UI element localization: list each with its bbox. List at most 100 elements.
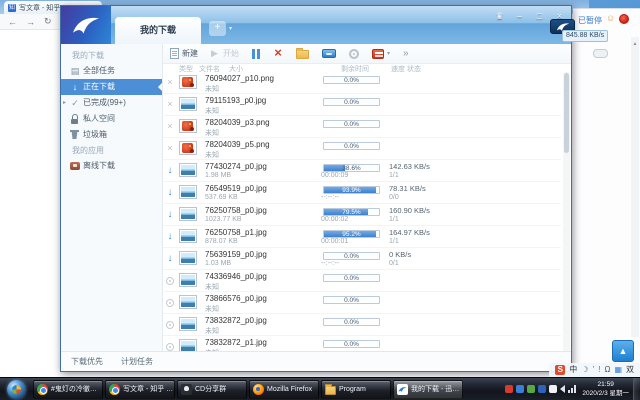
downloading-status-icon[interactable]: ↓	[165, 253, 175, 264]
half-moon-icon[interactable]: ☽	[581, 364, 588, 376]
symbol-icon[interactable]: Ω	[604, 364, 610, 376]
disc-button[interactable]	[349, 49, 359, 59]
download-row[interactable]: ↓75639159_p0.jpg1.03 MB0.0%--:--:--0 KB/…	[163, 248, 561, 270]
sidebar-item-all-tasks[interactable]: 全部任务	[61, 63, 162, 79]
scroll-up-icon[interactable]: ▲	[631, 39, 639, 49]
notes-icon[interactable]	[549, 385, 557, 393]
chevron-down-icon[interactable]: ▾	[387, 50, 390, 57]
minimize-icon[interactable]: –	[514, 11, 525, 22]
taskbar-clock[interactable]: 21:59 2020/2/3 星期一	[582, 380, 629, 399]
taskbar-task[interactable]: 写文章 - 知乎 …	[105, 380, 175, 399]
broken-file-icon	[179, 119, 197, 133]
back-icon[interactable]: ←	[8, 17, 17, 27]
download-row[interactable]: ×78204039_p3.png未知0.0%	[163, 116, 561, 138]
toggle-pill-icon[interactable]	[593, 49, 608, 58]
shuangpin-icon[interactable]: 双	[626, 364, 634, 376]
downloading-status-icon[interactable]: ↓	[165, 165, 175, 176]
footer-link[interactable]: 下载优先	[71, 356, 103, 367]
forward-icon[interactable]: →	[26, 17, 35, 27]
vip-crown-icon[interactable]: ♛	[494, 11, 505, 22]
sidebar-item-trash[interactable]: 垃圾箱	[61, 127, 162, 143]
cancel-status-icon[interactable]: ×	[165, 99, 175, 109]
scrollbar-thumb[interactable]	[564, 73, 569, 153]
file-name: 79115193_p0.jpg	[205, 96, 266, 105]
chat-icon[interactable]	[516, 385, 524, 393]
image-file-icon	[179, 163, 197, 177]
volume-icon[interactable]	[560, 385, 565, 393]
download-speed: 142.63 KB/s	[389, 162, 430, 171]
sidebar-item-completed[interactable]: ▸已完成(99+)	[61, 95, 162, 111]
record-extension-icon[interactable]	[619, 14, 629, 24]
sidebar-item-downloading[interactable]: 正在下载	[61, 79, 162, 95]
delete-button[interactable]	[273, 48, 283, 59]
cancel-status-icon[interactable]: ×	[165, 121, 175, 131]
mic-icon[interactable]: !	[598, 364, 600, 376]
paused-label[interactable]: 已暂停	[578, 15, 602, 26]
keyboard-icon[interactable]: ▦	[614, 364, 622, 376]
smiley-extension-icon[interactable]: ☺	[606, 13, 615, 23]
taskbar-task[interactable]: #鬼灯の冷徹…	[33, 380, 103, 399]
device-button[interactable]	[322, 49, 336, 58]
start-button[interactable]: 开始	[211, 48, 239, 59]
download-row[interactable]: ↓76250758_p1.jpg878.07 KB95.2%00:00:0116…	[163, 226, 561, 248]
expander-icon[interactable]: ▸	[63, 95, 66, 111]
progress-bar: 0.0%	[323, 76, 380, 84]
taskbar-tasks: #鬼灯の冷徹…写文章 - 知乎 …CD分享群Mozilla FirefoxPro…	[33, 380, 463, 399]
page-scrollbar[interactable]	[631, 37, 639, 337]
download-row[interactable]: ↓76250758_p0.jpg1023.77 KB79.5%00:00:021…	[163, 204, 561, 226]
waiting-status-icon[interactable]	[166, 277, 174, 285]
new-download-tab-button[interactable]: +	[209, 21, 226, 36]
bluetooth-icon[interactable]	[538, 385, 546, 393]
downloading-status-icon[interactable]: ↓	[165, 187, 175, 198]
titlebar[interactable]: 我的下载 + ▾ ♛–□×	[61, 6, 571, 44]
sogou-logo-icon[interactable]: S	[555, 365, 565, 375]
sidebar-item-offline-download[interactable]: 离线下载	[61, 158, 162, 174]
download-row[interactable]: 73866576_p0.jpg未知0.0%	[163, 292, 561, 314]
refresh-icon[interactable]: ↻	[44, 16, 52, 27]
waiting-status-icon[interactable]	[166, 343, 174, 351]
cancel-status-icon[interactable]: ×	[165, 143, 175, 153]
download-row[interactable]: 73832872_p0.jpg未知0.0%	[163, 314, 561, 336]
pause-button[interactable]	[252, 49, 260, 59]
download-row[interactable]: 74336946_p0.jpg未知0.0%	[163, 270, 561, 292]
security-icon[interactable]	[505, 385, 513, 393]
tab-my-downloads[interactable]: 我的下载	[115, 17, 201, 44]
start-button[interactable]	[7, 380, 26, 399]
taskbar-task[interactable]: 我的下载 - 迅…	[393, 380, 463, 399]
open-folder-button[interactable]	[296, 48, 309, 59]
taskbar-task[interactable]: Program	[321, 380, 391, 399]
apostrophe-icon[interactable]: ’	[592, 364, 594, 376]
downloading-status-icon[interactable]: ↓	[165, 209, 175, 220]
download-row[interactable]: ×78204039_p5.png未知0.0%	[163, 138, 561, 160]
download-row[interactable]: ×79115193_p0.jpg未知0.0%	[163, 94, 561, 116]
chinese-mode-icon[interactable]: 中	[569, 364, 577, 376]
thunder-icon	[397, 384, 408, 395]
footer-link[interactable]: 计划任务	[121, 356, 153, 367]
show-desktop-button[interactable]	[633, 378, 640, 400]
downloading-status-icon[interactable]: ↓	[165, 231, 175, 242]
download-row[interactable]: ×76094027_p10.png未知0.0%	[163, 72, 561, 94]
network-icon[interactable]	[568, 385, 576, 393]
waiting-status-icon[interactable]	[166, 299, 174, 307]
thunder-logo	[61, 6, 111, 44]
taskbar-task[interactable]: CD分享群	[177, 380, 247, 399]
cancel-status-icon[interactable]: ×	[165, 77, 175, 87]
back-to-top-button[interactable]: ▲	[612, 340, 634, 362]
chrome-icon	[109, 384, 120, 395]
maximize-icon[interactable]: □	[534, 11, 545, 22]
list-scrollbar[interactable]	[563, 72, 570, 353]
sidebar-item-label: 全部任务	[83, 66, 115, 75]
download-row[interactable]: ↓76549519_p0.jpg537.69 KB93.9%--:--:--78…	[163, 182, 561, 204]
file-name: 77430274_p0.jpg	[205, 162, 267, 171]
sidebar-item-private-space[interactable]: 私人空间	[61, 111, 162, 127]
update-icon[interactable]	[527, 385, 535, 393]
chevron-down-icon[interactable]: ▾	[229, 25, 232, 32]
more-button[interactable]	[403, 49, 409, 59]
download-row[interactable]: ↓77430274_p0.jpg1.98 MB38.6%00:00:09142.…	[163, 160, 561, 182]
taskbar-task[interactable]: Mozilla Firefox	[249, 380, 319, 399]
new-task-button[interactable]: 新建	[170, 48, 198, 59]
vip-button[interactable]: ▾	[372, 49, 390, 59]
downloading-icon	[70, 82, 80, 92]
waiting-status-icon[interactable]	[166, 321, 174, 329]
toolbar-button-label: 开始	[223, 48, 239, 59]
